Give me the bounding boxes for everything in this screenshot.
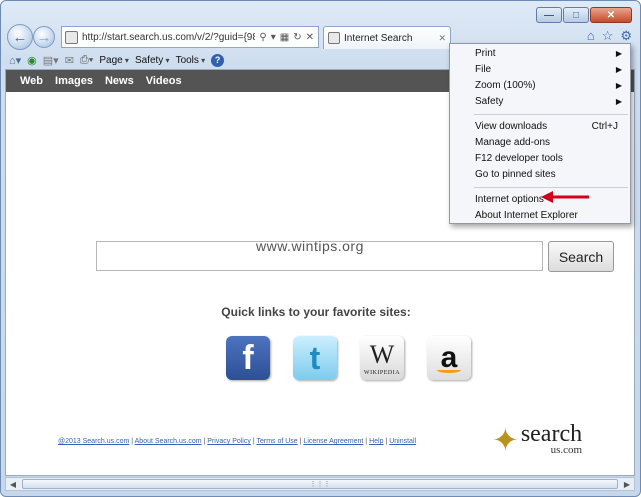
refresh-icon[interactable]: ↻ [293,32,301,43]
scroll-left-icon[interactable]: ◀ [6,480,20,489]
menu-label-about-ie: About Internet Explorer [475,210,578,221]
tools-gear-icon[interactable]: ⚙ [620,28,632,44]
logo-main: search [520,421,583,448]
twitter-link[interactable]: t [293,336,337,380]
tab-close-icon[interactable]: ✕ [438,33,450,44]
menu-shortcut-view-downloads: Ctrl+J [591,121,618,132]
tab-favicon-icon [328,32,340,44]
maximize-button[interactable]: □ [563,7,589,23]
search-button[interactable]: Search [548,241,614,272]
horizontal-scrollbar[interactable]: ◀ ⋮⋮⋮ ▶ [5,477,635,491]
browser-window: — □ ✕ ← → http://start.search.us.com/v/2… [0,0,641,497]
footer-link-uninstall[interactable]: Uninstall [389,438,416,445]
close-window-button[interactable]: ✕ [590,7,632,23]
menu-label-manage-addons: Manage add-ons [475,137,551,148]
scroll-thumb[interactable]: ⋮⋮⋮ [22,479,618,489]
right-toolbar-icons: ⌂ ☆ ⚙ [587,28,632,44]
page-menu[interactable]: Page [99,55,129,66]
wikipedia-link[interactable]: W WIKIPEDIA [360,336,404,380]
wikipedia-icon: W [369,340,395,369]
minimize-button[interactable]: — [536,7,562,23]
back-button[interactable]: ← [7,24,33,50]
facebook-link[interactable]: f [226,336,270,380]
dropdown-icon[interactable]: ▾ [271,32,276,43]
menu-item-file[interactable]: File ▶ [450,62,630,78]
footer-link-about[interactable]: About Search.us.com [135,438,202,445]
compass-star-icon: ✦ [492,422,519,458]
facebook-icon: f [242,338,254,377]
home-icon[interactable]: ⌂▾ [9,54,21,67]
favorites-star-icon[interactable]: ☆ [602,28,614,44]
menu-item-f12-tools[interactable]: F12 developer tools [450,151,630,167]
amazon-link[interactable]: a [427,336,471,380]
quick-links-row: f t W WIKIPEDIA a [226,336,471,380]
search-us-logo: ✦ search us.com [492,421,583,458]
amazon-smile-icon [437,367,461,373]
submenu-arrow-icon: ▶ [615,49,622,58]
menu-item-about-ie[interactable]: About Internet Explorer [450,208,630,224]
command-bar: ⌂▾ ◉ ▤▾ ✉ ⎙▾ Page Safety Tools ? [5,51,445,69]
nav-web[interactable]: Web [20,75,43,87]
quick-links-heading: Quick links to your favorite sites: [221,305,411,319]
annotation-arrow-icon [541,191,589,203]
wikipedia-caption: WIKIPEDIA [363,370,401,376]
tools-dropdown-menu: Print ▶ File ▶ Zoom (100%) ▶ Safety ▶ View d… [449,43,631,224]
search-icon[interactable]: ⚲ [259,32,266,43]
forward-button[interactable]: → [33,26,55,48]
stop-icon[interactable]: ✕ [306,32,314,43]
menu-item-manage-addons[interactable]: Manage add-ons [450,135,630,151]
watermark-text: www.wintips.org [256,238,364,254]
footer-link-license[interactable]: License Agreement [303,438,363,445]
compatibility-icon[interactable]: ▦ [280,32,289,43]
rss-icon[interactable]: ▤▾ [43,54,59,67]
menu-item-pinned-sites[interactable]: Go to pinned sites [450,167,630,183]
menu-label-view-downloads: View downloads [475,121,548,132]
scroll-right-icon[interactable]: ▶ [620,480,634,489]
twitter-icon: t [309,339,321,376]
logo-text: search us.com [520,421,583,456]
footer-link-privacy[interactable]: Privacy Policy [207,438,251,445]
print-icon[interactable]: ⎙▾ [80,54,93,67]
submenu-arrow-icon: ▶ [615,97,622,106]
address-buttons: ⚲ ▾ ▦ ↻ ✕ [255,32,318,43]
footer-links: @2013 Search.us.com | About Search.us.co… [58,438,417,445]
address-url[interactable]: http://start.search.us.com/v/2/?guid={98… [82,32,255,43]
logo-sub: us.com [550,443,583,456]
menu-item-safety[interactable]: Safety ▶ [450,94,630,110]
menu-item-internet-options[interactable]: Internet options [450,192,630,208]
nav-images[interactable]: Images [55,75,93,87]
nav-videos[interactable]: Videos [146,75,182,87]
address-bar[interactable]: http://start.search.us.com/v/2/?guid={98… [61,26,319,48]
menu-label-internet-options: Internet options [475,194,544,205]
footer-copyright[interactable]: @2013 Search.us.com [58,438,129,445]
mail-icon[interactable]: ✉ [65,54,74,67]
tab-internet-search[interactable]: Internet Search ✕ [323,26,451,49]
tab-title: Internet Search [344,32,413,44]
menu-separator [474,187,628,188]
menu-separator [474,114,628,115]
menu-item-print[interactable]: Print ▶ [450,46,630,62]
footer-link-terms[interactable]: Terms of Use [256,438,297,445]
menu-label-print: Print [475,48,496,59]
submenu-arrow-icon: ▶ [615,65,622,74]
window-controls: — □ ✕ [536,7,632,23]
menu-label-f12-tools: F12 developer tools [475,153,563,164]
nav-news[interactable]: News [105,75,134,87]
footer-link-help[interactable]: Help [369,438,383,445]
feeds-icon[interactable]: ◉ [27,54,37,67]
menu-label-file: File [475,64,492,75]
menu-item-view-downloads[interactable]: View downloads Ctrl+J [450,119,630,135]
home-icon[interactable]: ⌂ [587,28,595,44]
menu-label-safety: Safety [475,96,504,107]
safety-menu[interactable]: Safety [135,55,170,66]
submenu-arrow-icon: ▶ [615,81,622,90]
help-icon[interactable]: ? [211,53,225,67]
menu-item-zoom[interactable]: Zoom (100%) ▶ [450,78,630,94]
menu-label-pinned-sites: Go to pinned sites [475,169,556,180]
page-favicon-icon [65,30,78,44]
tools-menu[interactable]: Tools [176,55,206,66]
menu-label-zoom: Zoom (100%) [475,80,536,91]
